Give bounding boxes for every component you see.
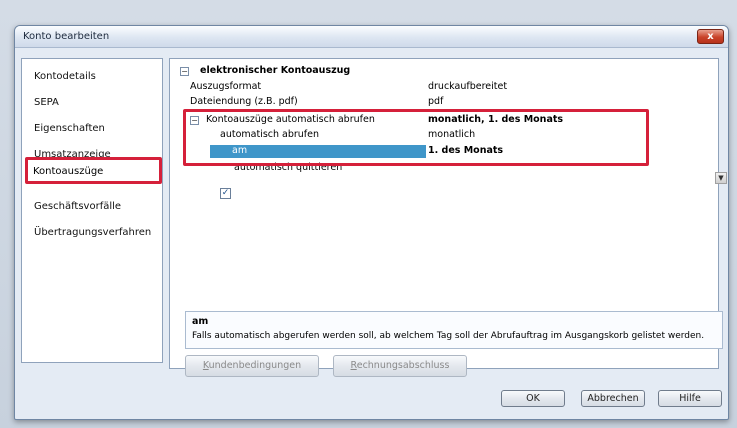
cancel-button[interactable]: Abbrechen: [581, 390, 645, 407]
collapse-icon[interactable]: −: [180, 67, 189, 76]
sidebar-item-eigenschaften[interactable]: Eigenschaften: [34, 123, 105, 134]
button-label: echnungsabschluss: [356, 360, 450, 371]
property-value[interactable]: pdf: [428, 96, 443, 107]
title-bar[interactable]: Konto bearbeiten x: [15, 26, 728, 48]
section-title: elektronischer Kontoauszug: [200, 65, 351, 76]
kundenbedingungen-button[interactable]: Kundenbedingungen: [185, 355, 319, 377]
property-row-auszugsformat[interactable]: Auszugsformat druckaufbereitet: [170, 81, 718, 94]
close-button[interactable]: x: [697, 29, 724, 44]
property-value[interactable]: druckaufbereitet: [428, 81, 507, 92]
sidebar-item-kontoauszuege[interactable]: Kontoauszüge: [25, 157, 162, 184]
auto-quittieren-checkbox[interactable]: ✓: [220, 188, 231, 199]
sidebar-item-uebertragungsverfahren[interactable]: Übertragungsverfahren: [34, 227, 151, 238]
sidebar-item-geschaeftsvorfaelle[interactable]: Geschäftsvorfälle: [34, 201, 121, 212]
description-title: am: [192, 316, 209, 327]
ok-button[interactable]: OK: [501, 390, 565, 407]
dropdown-arrow-icon[interactable]: ▼: [715, 172, 727, 184]
sidebar-item-sepa[interactable]: SEPA: [34, 97, 59, 108]
rechnungsabschluss-button[interactable]: Rechnungsabschluss: [333, 355, 467, 377]
description-box: am Falls automatisch abgerufen werden so…: [185, 311, 723, 349]
sidebar-item-kontodetails[interactable]: Kontodetails: [34, 71, 96, 82]
description-text: Falls automatisch abgerufen werden soll,…: [192, 331, 705, 341]
window-title: Konto bearbeiten: [23, 31, 110, 42]
button-label: undenbedingungen: [208, 360, 302, 371]
sidebar-item-label: Kontoauszüge: [33, 166, 104, 177]
dialog-window: Konto bearbeiten x Kontodetails SEPA Eig…: [14, 25, 729, 420]
highlight-box: [183, 109, 649, 166]
property-label: Auszugsformat: [190, 81, 262, 92]
property-label: Dateiendung (z.B. pdf): [190, 96, 298, 107]
help-button[interactable]: Hilfe: [658, 390, 722, 407]
sidebar: Kontodetails SEPA Eigenschaften Umsatzan…: [21, 58, 163, 363]
section-header-row[interactable]: − elektronischer Kontoauszug: [170, 65, 718, 78]
property-row-dateiendung[interactable]: Dateiendung (z.B. pdf) pdf: [170, 96, 718, 109]
